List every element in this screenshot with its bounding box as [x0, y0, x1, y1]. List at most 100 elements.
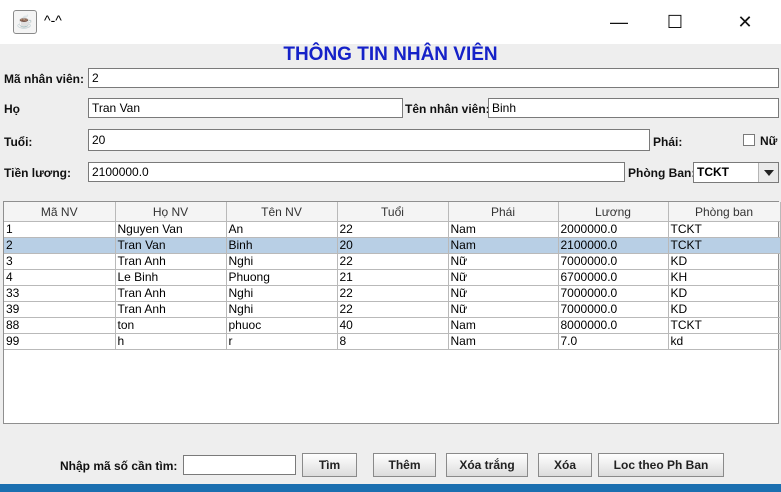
col-header-ma-nv[interactable]: Mã NV — [4, 202, 116, 222]
table-cell: Nam — [448, 221, 559, 238]
xoa-button[interactable]: Xóa — [538, 453, 592, 477]
nu-label: Nữ — [760, 134, 778, 148]
page-title: THÔNG TIN NHÂN VIÊN — [283, 44, 498, 65]
them-button[interactable]: Thêm — [373, 453, 436, 477]
table-cell: Tran Anh — [115, 301, 227, 318]
chevron-down-icon[interactable] — [758, 163, 778, 182]
table-cell: KH — [668, 269, 781, 286]
employee-window: ☕ ^-^ — ☐ ✕ THÔNG TIN NHÂN VIÊN Mã nhân … — [0, 0, 781, 484]
table-cell: 20 — [337, 237, 449, 254]
ten-nhan-vien-label: Tên nhân viên: — [405, 102, 490, 116]
ho-field[interactable]: Tran Van — [88, 98, 403, 118]
table-cell: 2 — [4, 237, 116, 254]
table-cell: Le Binh — [115, 269, 227, 286]
ma-nhan-vien-field[interactable]: 2 — [88, 68, 779, 88]
close-icon[interactable]: ✕ — [722, 8, 768, 36]
table-row-selected[interactable]: 2 Tran Van Binh 20 Nam 2100000.0 TCKT — [4, 237, 781, 254]
table-cell: Tran Van — [115, 237, 227, 254]
table-cell: 1 — [4, 221, 116, 238]
table-cell: 33 — [4, 285, 116, 302]
table-cell: 39 — [4, 301, 116, 318]
desktop-background — [0, 484, 781, 492]
java-icon[interactable]: ☕ — [13, 10, 37, 34]
table-cell: Tran Anh — [115, 253, 227, 270]
phong-ban-selected: TCKT — [697, 165, 729, 179]
nu-checkbox[interactable] — [743, 134, 755, 146]
table-cell: Nam — [448, 237, 559, 254]
col-header-ten-nv[interactable]: Tên NV — [226, 202, 338, 222]
tien-luong-label: Tiền lương: — [4, 166, 71, 180]
ten-nhan-vien-field[interactable]: Binh — [488, 98, 779, 118]
tim-button[interactable]: Tìm — [302, 453, 357, 477]
window-title: ^-^ — [44, 12, 62, 28]
table-cell: Nghi — [226, 301, 338, 318]
table-cell: Nghi — [226, 253, 338, 270]
table-cell: r — [226, 333, 338, 350]
col-header-phong-ban[interactable]: Phòng ban — [668, 202, 781, 222]
col-header-tuoi[interactable]: Tuổi — [337, 202, 449, 222]
table-cell: 21 — [337, 269, 449, 286]
table-cell: KD — [668, 253, 781, 270]
table-cell: Nữ — [448, 269, 559, 286]
table-cell: 8000000.0 — [558, 317, 669, 334]
table-cell: Nam — [448, 333, 559, 350]
table-cell: 6700000.0 — [558, 269, 669, 286]
table-cell: Nguyen Van — [115, 221, 227, 238]
search-label: Nhập mã số cần tìm: — [60, 459, 178, 473]
tuoi-label: Tuổi: — [4, 135, 33, 149]
table-cell: phuoc — [226, 317, 338, 334]
loc-theo-ph-ban-button[interactable]: Loc theo Ph Ban — [598, 453, 724, 477]
ho-label: Họ — [4, 102, 20, 116]
search-input[interactable] — [183, 455, 296, 475]
phong-ban-label: Phòng Ban: — [628, 166, 696, 180]
col-header-luong[interactable]: Lương — [558, 202, 669, 222]
col-header-phai[interactable]: Phái — [448, 202, 559, 222]
table-cell: 2000000.0 — [558, 221, 669, 238]
table-cell: An — [226, 221, 338, 238]
table-row[interactable]: 88 ton phuoc 40 Nam 8000000.0 TCKT — [4, 317, 781, 334]
table-cell: 22 — [337, 253, 449, 270]
table-cell: 22 — [337, 285, 449, 302]
table-cell: 8 — [337, 333, 449, 350]
table-cell: Binh — [226, 237, 338, 254]
table-cell: Phuong — [226, 269, 338, 286]
table-cell: 3 — [4, 253, 116, 270]
table-cell: 99 — [4, 333, 116, 350]
table-cell: 2100000.0 — [558, 237, 669, 254]
table-cell: Nam — [448, 317, 559, 334]
table-cell: 7000000.0 — [558, 253, 669, 270]
table-cell: Nữ — [448, 301, 559, 318]
ma-nhan-vien-label: Mã nhân viên: — [4, 72, 85, 86]
col-header-ho-nv[interactable]: Họ NV — [115, 202, 227, 222]
table-cell: 22 — [337, 221, 449, 238]
table-cell: h — [115, 333, 227, 350]
employee-table[interactable]: Mã NV Họ NV Tên NV Tuổi Phái Lương Phòng… — [3, 201, 781, 424]
table-row[interactable]: 4 Le Binh Phuong 21 Nữ 6700000.0 KH — [4, 269, 781, 286]
table-row[interactable]: 3 Tran Anh Nghi 22 Nữ 7000000.0 KD — [4, 253, 781, 270]
table-row[interactable]: 99 h r 8 Nam 7.0 kd — [4, 333, 781, 350]
title-bar: ☕ ^-^ — ☐ ✕ — [0, 0, 781, 44]
xoa-trang-button[interactable]: Xóa trắng — [446, 453, 528, 477]
table-cell: TCKT — [668, 221, 781, 238]
table-row[interactable]: 1 Nguyen Van An 22 Nam 2000000.0 TCKT — [4, 221, 781, 238]
table-cell: Nghi — [226, 285, 338, 302]
tuoi-field[interactable]: 20 — [88, 129, 650, 151]
maximize-icon[interactable]: ☐ — [652, 8, 698, 36]
table-cell: KD — [668, 285, 781, 302]
table-cell: TCKT — [668, 317, 781, 334]
table-row[interactable]: 39 Tran Anh Nghi 22 Nữ 7000000.0 KD — [4, 301, 781, 318]
table-row[interactable]: 33 Tran Anh Nghi 22 Nữ 7000000.0 KD — [4, 285, 781, 302]
table-cell: 88 — [4, 317, 116, 334]
tien-luong-field[interactable]: 2100000.0 — [88, 162, 625, 182]
table-cell: TCKT — [668, 237, 781, 254]
table-cell: 4 — [4, 269, 116, 286]
table-cell: 7000000.0 — [558, 285, 669, 302]
phai-label: Phái: — [653, 135, 683, 149]
minimize-icon[interactable]: — — [596, 8, 642, 36]
table-cell: 40 — [337, 317, 449, 334]
table-cell: ton — [115, 317, 227, 334]
table-cell: kd — [668, 333, 781, 350]
table-cell: 22 — [337, 301, 449, 318]
phong-ban-select[interactable]: TCKT — [693, 162, 779, 183]
table-cell: Nữ — [448, 253, 559, 270]
